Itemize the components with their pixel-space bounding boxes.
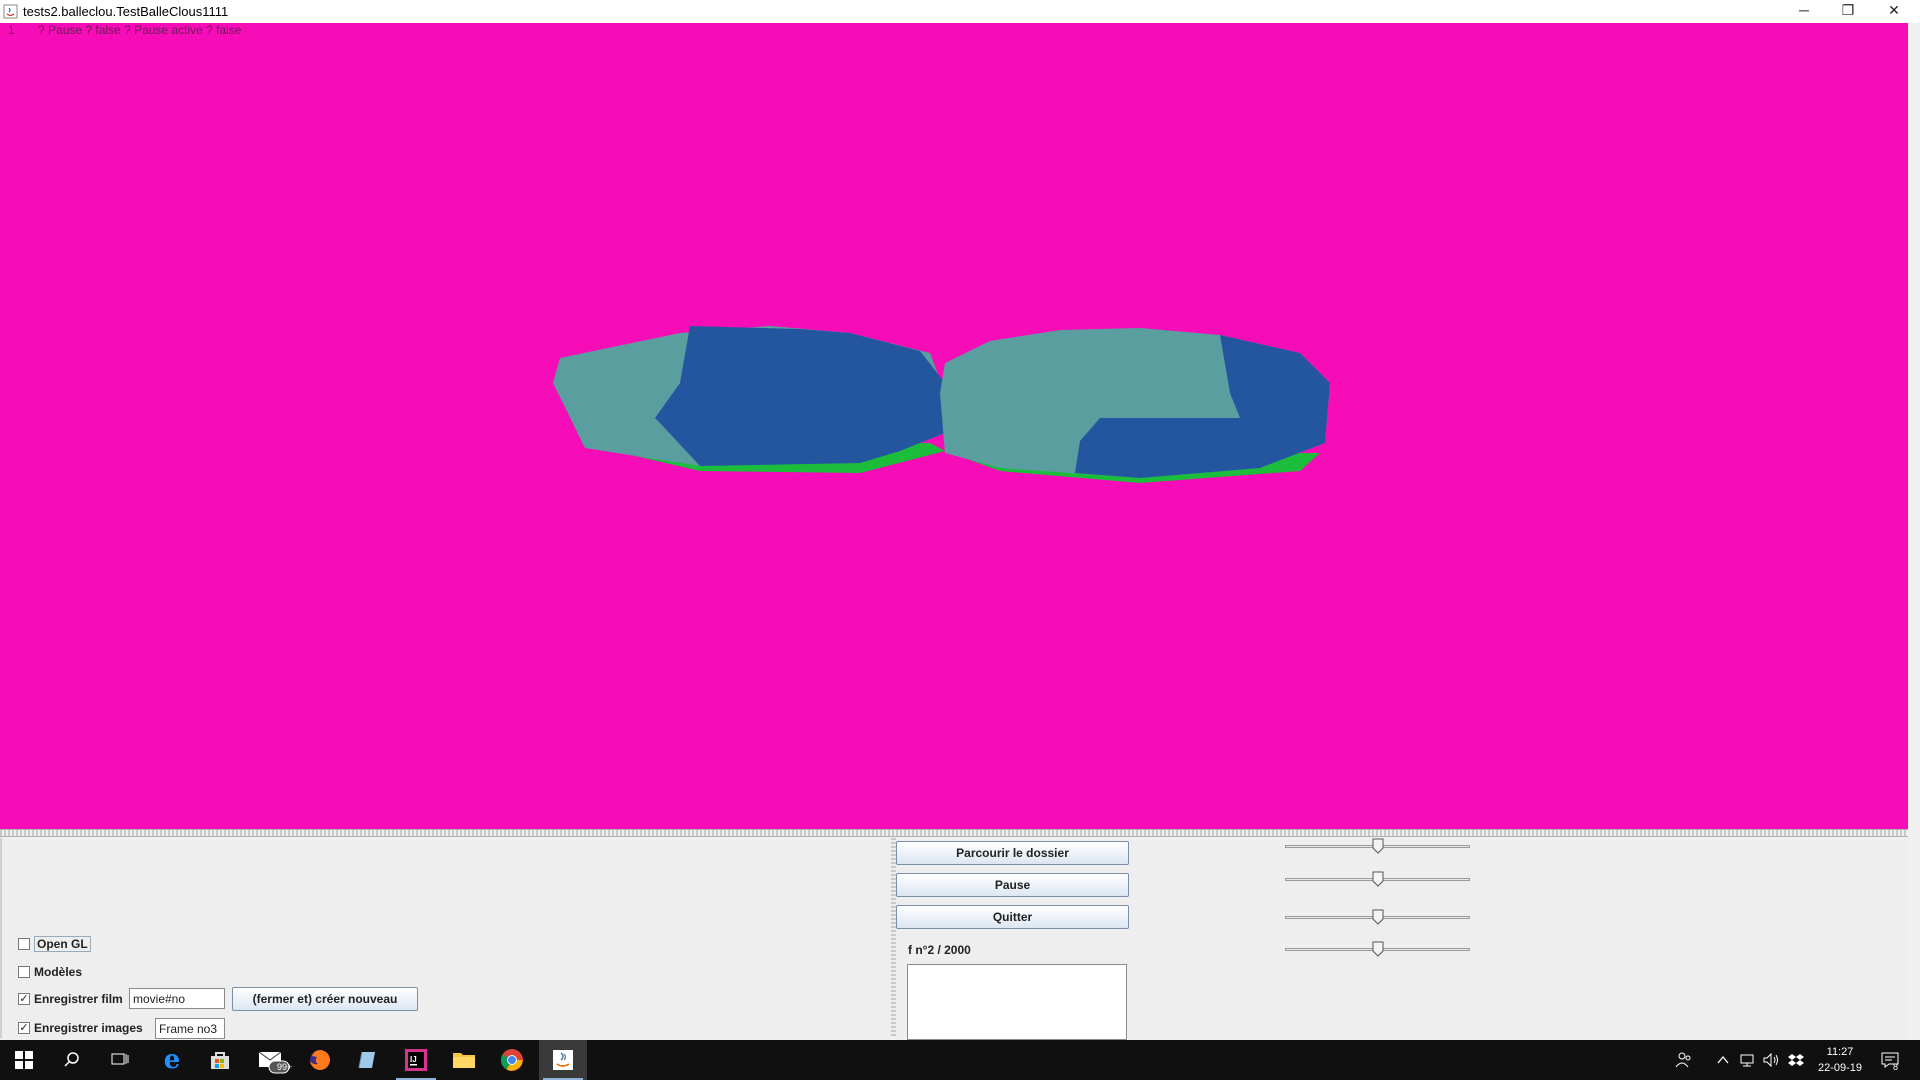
split-pane-divider[interactable] (0, 829, 1908, 837)
tray-dropbox[interactable] (1788, 1040, 1804, 1080)
taskbar-mail[interactable]: 99+ (250, 1040, 298, 1080)
taskbar-intellij[interactable]: IJ (392, 1040, 440, 1080)
taskbar-firefox[interactable] (296, 1040, 344, 1080)
people-icon (1675, 1052, 1691, 1068)
window-title: tests2.balleclou.TestBalleClous1111 (23, 4, 229, 19)
java-app-icon (3, 4, 18, 19)
slider-4[interactable] (1285, 941, 1470, 957)
dropbox-icon (1788, 1054, 1804, 1066)
enregistrer-images-checkbox[interactable]: ✓ (18, 1022, 30, 1034)
browse-folder-button[interactable]: Parcourir le dossier (896, 841, 1129, 865)
log-text-area[interactable] (907, 964, 1127, 1040)
chrome-icon (501, 1049, 523, 1071)
edge-browser-icon: e (163, 1045, 181, 1075)
tray-people[interactable] (1675, 1040, 1693, 1080)
canvas-right-edge (1908, 23, 1920, 829)
rendered-scene (553, 326, 1330, 483)
taskbar: e 99+ IJ 11:27 22-09-19 8 (0, 1040, 1920, 1080)
search-icon (64, 1052, 79, 1067)
enregistrer-film-label: Enregistrer film (34, 992, 123, 1006)
modeles-label: Modèles (34, 965, 83, 979)
taskbar-notes[interactable] (343, 1040, 391, 1080)
tray-network[interactable] (1738, 1040, 1756, 1080)
taskbar-edge[interactable]: e (148, 1040, 196, 1080)
tray-clock[interactable]: 11:27 22-09-19 (1805, 1044, 1875, 1076)
frame-name-input[interactable] (155, 1018, 225, 1039)
slider-3[interactable] (1285, 909, 1470, 925)
action-center-button[interactable]: 8 (1880, 1040, 1900, 1080)
enregistrer-images-label: Enregistrer images (34, 1021, 143, 1035)
pause-button[interactable]: Pause (896, 873, 1129, 897)
taskbar-file-explorer[interactable] (440, 1040, 488, 1080)
taskbar-java-app[interactable] (539, 1040, 587, 1080)
movie-name-input[interactable] (129, 988, 225, 1009)
taskbar-store[interactable] (196, 1040, 244, 1080)
enregistrer-film-checkbox[interactable]: ✓ (18, 993, 30, 1005)
slider-thumb[interactable] (1372, 941, 1384, 957)
restore-button[interactable]: ❐ (1826, 0, 1870, 23)
start-button[interactable] (0, 1040, 48, 1080)
network-icon (1740, 1054, 1754, 1067)
open-gl-label: Open GL (34, 936, 91, 952)
notification-count-badge: 8 (1893, 1062, 1899, 1072)
slider-thumb[interactable] (1372, 909, 1384, 925)
enregistrer-images-checkbox-row[interactable]: ✓ Enregistrer images (18, 1019, 143, 1037)
chevron-up-icon (1717, 1055, 1729, 1064)
tray-volume[interactable] (1762, 1040, 1780, 1080)
create-new-movie-button[interactable]: (fermer et) créer nouveau (232, 987, 418, 1011)
firefox-icon (310, 1050, 330, 1070)
minimize-button[interactable]: ─ (1782, 0, 1826, 23)
tray-show-hidden[interactable] (1716, 1040, 1730, 1080)
modeles-checkbox-row[interactable]: Modèles (18, 963, 82, 981)
enregistrer-film-checkbox-row[interactable]: ✓ Enregistrer film (18, 990, 123, 1008)
search-button[interactable] (48, 1040, 96, 1080)
open-gl-checkbox-row[interactable]: Open GL (18, 935, 91, 953)
render-canvas[interactable]: 1 ? Pause ? false ? Pause active ? false (0, 23, 1908, 829)
slider-thumb[interactable] (1372, 871, 1384, 887)
notes-app-icon (358, 1051, 375, 1069)
frame-counter-label: f n°2 / 2000 (908, 943, 971, 957)
open-gl-checkbox[interactable] (18, 938, 30, 950)
java-icon (553, 1050, 573, 1070)
modeles-checkbox[interactable] (18, 966, 30, 978)
slider-thumb[interactable] (1372, 838, 1384, 854)
taskbar-chrome[interactable] (488, 1040, 536, 1080)
clock-time: 11:27 (1826, 1046, 1854, 1058)
close-icon: ✕ (1888, 2, 1900, 18)
quit-button[interactable]: Quitter (896, 905, 1129, 929)
panel-vertical-divider[interactable] (891, 838, 896, 1038)
left-shape-dark (655, 326, 945, 466)
svg-text:IJ: IJ (410, 1055, 417, 1064)
task-view-button[interactable] (96, 1040, 144, 1080)
windows-logo-icon (15, 1051, 33, 1069)
intellij-idea-icon: IJ (405, 1049, 427, 1071)
restore-icon: ❐ (1841, 2, 1855, 18)
slider-2[interactable] (1285, 871, 1470, 887)
mail-badge: 99+ (277, 1062, 293, 1072)
minimize-icon: ─ (1799, 2, 1809, 18)
task-view-icon (111, 1053, 129, 1065)
volume-icon (1763, 1052, 1778, 1068)
store-bag-icon (211, 1052, 229, 1069)
clock-date: 22-09-19 (1817, 1062, 1863, 1074)
title-bar: tests2.balleclou.TestBalleClous1111 ─ ❐ … (0, 0, 1920, 24)
folder-icon (453, 1053, 475, 1068)
close-button[interactable]: ✕ (1872, 0, 1916, 23)
slider-1[interactable] (1285, 838, 1470, 854)
